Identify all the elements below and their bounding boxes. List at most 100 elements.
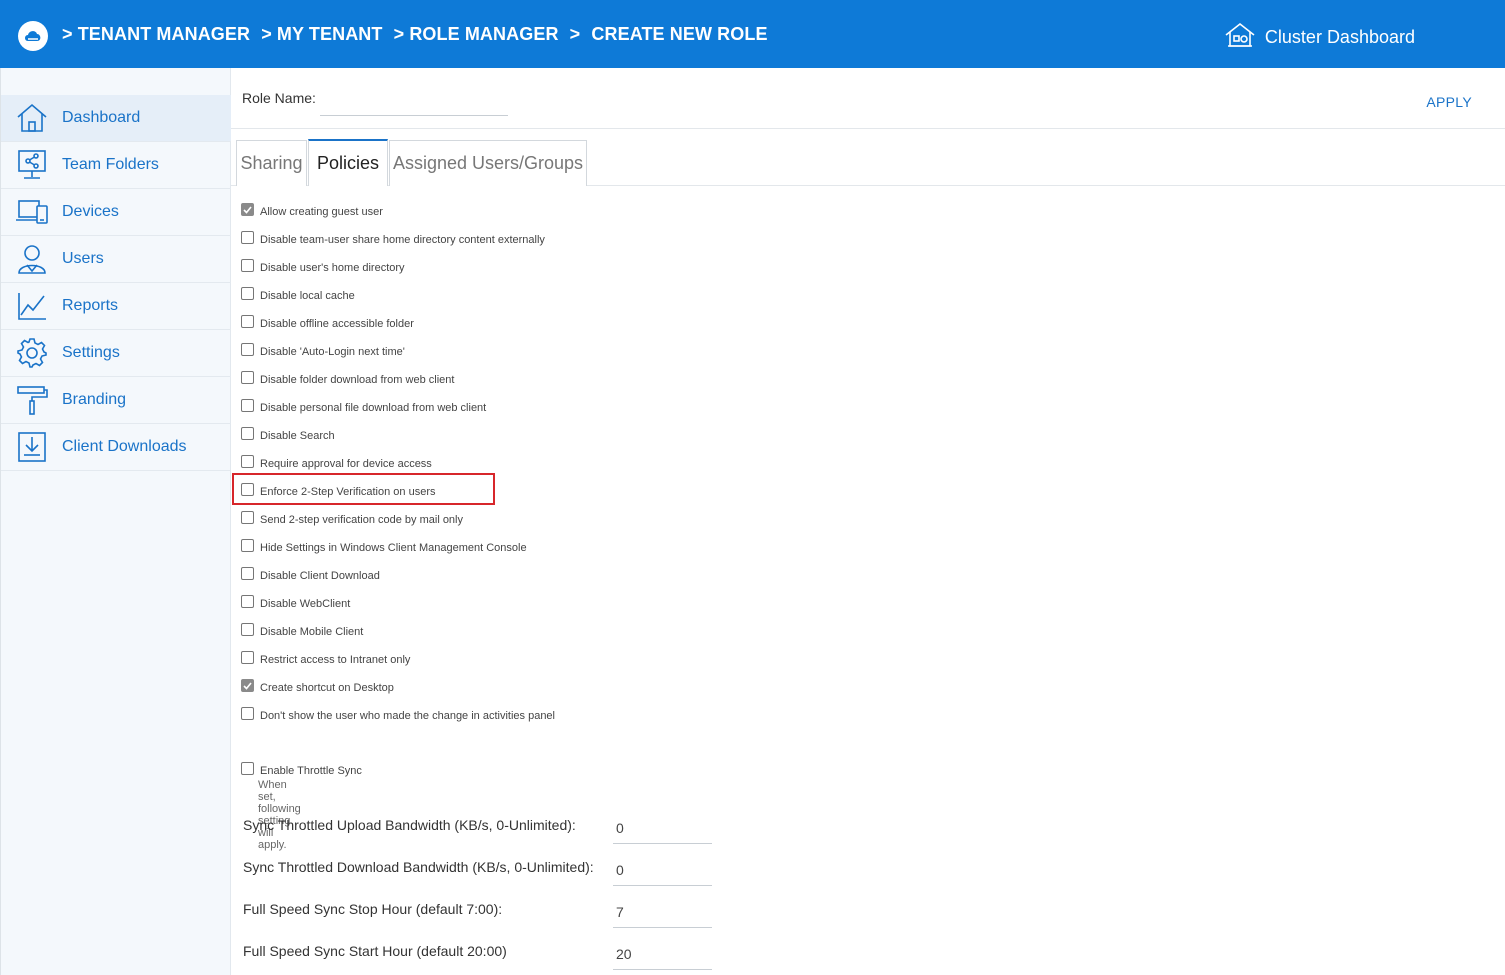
checkbox[interactable]: [241, 511, 254, 524]
sidebar-item-label: Team Folders: [62, 156, 159, 173]
sidebar-item-label: Settings: [62, 344, 120, 361]
reports-icon: [14, 288, 50, 324]
checkbox-checked[interactable]: [241, 203, 254, 216]
checkbox[interactable]: [241, 483, 254, 496]
breadcrumb-create-new-role: CREATE NEW ROLE: [591, 24, 768, 44]
role-name-input[interactable]: [320, 86, 508, 116]
checkbox[interactable]: [241, 343, 254, 356]
checkbox[interactable]: [241, 231, 254, 244]
policy-checkbox-row-enforce-2-step[interactable]: Enforce 2-Step Verification on users: [241, 482, 435, 498]
policy-checkbox-row[interactable]: Allow creating guest user: [241, 202, 383, 218]
team-folders-icon: [14, 147, 50, 183]
policy-checkbox-row[interactable]: Disable 'Auto-Login next time': [241, 342, 405, 358]
policy-checkbox-row[interactable]: Disable Search: [241, 426, 335, 442]
checkbox[interactable]: [241, 315, 254, 328]
download-bandwidth-input[interactable]: [613, 854, 712, 886]
checkbox[interactable]: [241, 651, 254, 664]
policy-label: Require approval for device access: [260, 458, 432, 470]
start-hour-label: Full Speed Sync Start Hour (default 20:0…: [243, 943, 507, 959]
checkbox[interactable]: [241, 287, 254, 300]
breadcrumb: > TENANT MANAGER > MY TENANT > ROLE MANA…: [62, 24, 774, 45]
policy-checkbox-row[interactable]: Disable Mobile Client: [241, 622, 363, 638]
sidebar-item-dashboard[interactable]: Dashboard: [1, 95, 231, 142]
checkbox[interactable]: [241, 539, 254, 552]
checkbox[interactable]: [241, 707, 254, 720]
checkbox[interactable]: [241, 595, 254, 608]
sidebar: Dashboard Team Folders Devices Users Rep…: [0, 68, 231, 975]
policy-label: Disable personal file download from web …: [260, 402, 487, 414]
policy-checkbox-row[interactable]: Disable folder download from web client: [241, 370, 454, 386]
checkbox[interactable]: [241, 762, 254, 775]
policy-label: Disable team-user share home directory c…: [260, 234, 545, 246]
stop-hour-input[interactable]: [613, 896, 712, 928]
cluster-home-icon: [1223, 22, 1257, 53]
policy-checkbox-row[interactable]: Disable Client Download: [241, 566, 380, 582]
tab-assigned-users-groups[interactable]: Assigned Users/Groups: [389, 140, 587, 186]
policy-checkbox-row[interactable]: Disable WebClient: [241, 594, 350, 610]
policy-checkbox-row[interactable]: Send 2-step verification code by mail on…: [241, 510, 463, 526]
policy-label: Disable offline accessible folder: [260, 318, 414, 330]
top-header: > TENANT MANAGER > MY TENANT > ROLE MANA…: [0, 0, 1505, 68]
breadcrumb-role-manager[interactable]: > ROLE MANAGER: [394, 24, 559, 44]
policy-checkbox-row[interactable]: Create shortcut on Desktop: [241, 678, 394, 694]
checkbox[interactable]: [241, 427, 254, 440]
checkbox[interactable]: [241, 259, 254, 272]
policy-checkbox-row[interactable]: Hide Settings in Windows Client Manageme…: [241, 538, 527, 554]
policy-checkbox-row[interactable]: Require approval for device access: [241, 454, 432, 470]
policy-checkbox-row[interactable]: Restrict access to Intranet only: [241, 650, 410, 666]
policy-label: Disable folder download from web client: [260, 374, 455, 386]
policy-checkbox-row[interactable]: Disable user's home directory: [241, 258, 405, 274]
throttle-sync-checkbox-row[interactable]: Enable Throttle Sync: [241, 761, 362, 777]
users-icon: [14, 241, 50, 277]
upload-bandwidth-input[interactable]: [613, 812, 712, 844]
policy-checkbox-row[interactable]: Disable personal file download from web …: [241, 398, 486, 414]
checkbox[interactable]: [241, 623, 254, 636]
sidebar-item-reports[interactable]: Reports: [1, 283, 231, 330]
policy-label: Create shortcut on Desktop: [260, 682, 394, 694]
sidebar-item-branding[interactable]: Branding: [1, 377, 231, 424]
start-hour-input[interactable]: [613, 938, 712, 970]
checkbox[interactable]: [241, 399, 254, 412]
download-icon: [14, 429, 50, 465]
checkbox[interactable]: [241, 567, 254, 580]
policy-checkbox-row[interactable]: Don't show the user who made the change …: [241, 706, 555, 722]
sidebar-item-settings[interactable]: Settings: [1, 330, 231, 377]
apply-button[interactable]: APPLY: [1426, 94, 1472, 110]
cluster-dashboard-label: Cluster Dashboard: [1264, 27, 1415, 47]
breadcrumb-my-tenant[interactable]: > MY TENANT: [261, 24, 382, 44]
policy-label: Disable local cache: [260, 290, 355, 302]
policy-label: Enforce 2-Step Verification on users: [260, 486, 436, 498]
sidebar-item-label: Dashboard: [62, 109, 141, 126]
sidebar-item-label: Devices: [62, 203, 119, 220]
checkbox[interactable]: [241, 371, 254, 384]
policy-label: Hide Settings in Windows Client Manageme…: [260, 542, 527, 554]
checkbox[interactable]: [241, 455, 254, 468]
devices-icon: [14, 194, 50, 230]
policy-label: Disable user's home directory: [260, 262, 405, 274]
sidebar-item-label: Users: [62, 250, 104, 267]
policy-label: Disable WebClient: [260, 598, 351, 610]
role-name-bar: Role Name: APPLY: [231, 68, 1505, 129]
policy-label: Allow creating guest user: [260, 206, 383, 218]
tab-sharing[interactable]: Sharing: [236, 140, 307, 186]
policy-label: Don't show the user who made the change …: [260, 710, 555, 722]
sidebar-item-label: Branding: [62, 391, 127, 408]
sidebar-item-devices[interactable]: Devices: [1, 189, 231, 236]
sidebar-item-team-folders[interactable]: Team Folders: [1, 142, 231, 189]
policy-checkbox-row[interactable]: Disable local cache: [241, 286, 355, 302]
breadcrumb-tenant-manager[interactable]: > TENANT MANAGER: [62, 24, 250, 44]
cloud-logo-icon[interactable]: [18, 21, 48, 51]
sidebar-item-client-downloads[interactable]: Client Downloads: [1, 424, 231, 471]
checkbox-checked[interactable]: [241, 679, 254, 692]
policy-checkbox-row[interactable]: Disable offline accessible folder: [241, 314, 414, 330]
policy-label: Send 2-step verification code by mail on…: [260, 514, 463, 526]
throttle-sync-hint: When set, following setting will apply.: [258, 779, 301, 851]
sidebar-item-users[interactable]: Users: [1, 236, 231, 283]
policy-checkbox-row[interactable]: Disable team-user share home directory c…: [241, 230, 545, 246]
home-icon: [14, 100, 50, 136]
tab-policies[interactable]: Policies: [308, 139, 388, 186]
cluster-dashboard-link[interactable]: Cluster Dashboard: [1223, 22, 1415, 53]
policy-label: Restrict access to Intranet only: [260, 654, 411, 666]
policy-label: Disable Client Download: [260, 570, 380, 582]
role-name-label: Role Name:: [242, 90, 316, 106]
